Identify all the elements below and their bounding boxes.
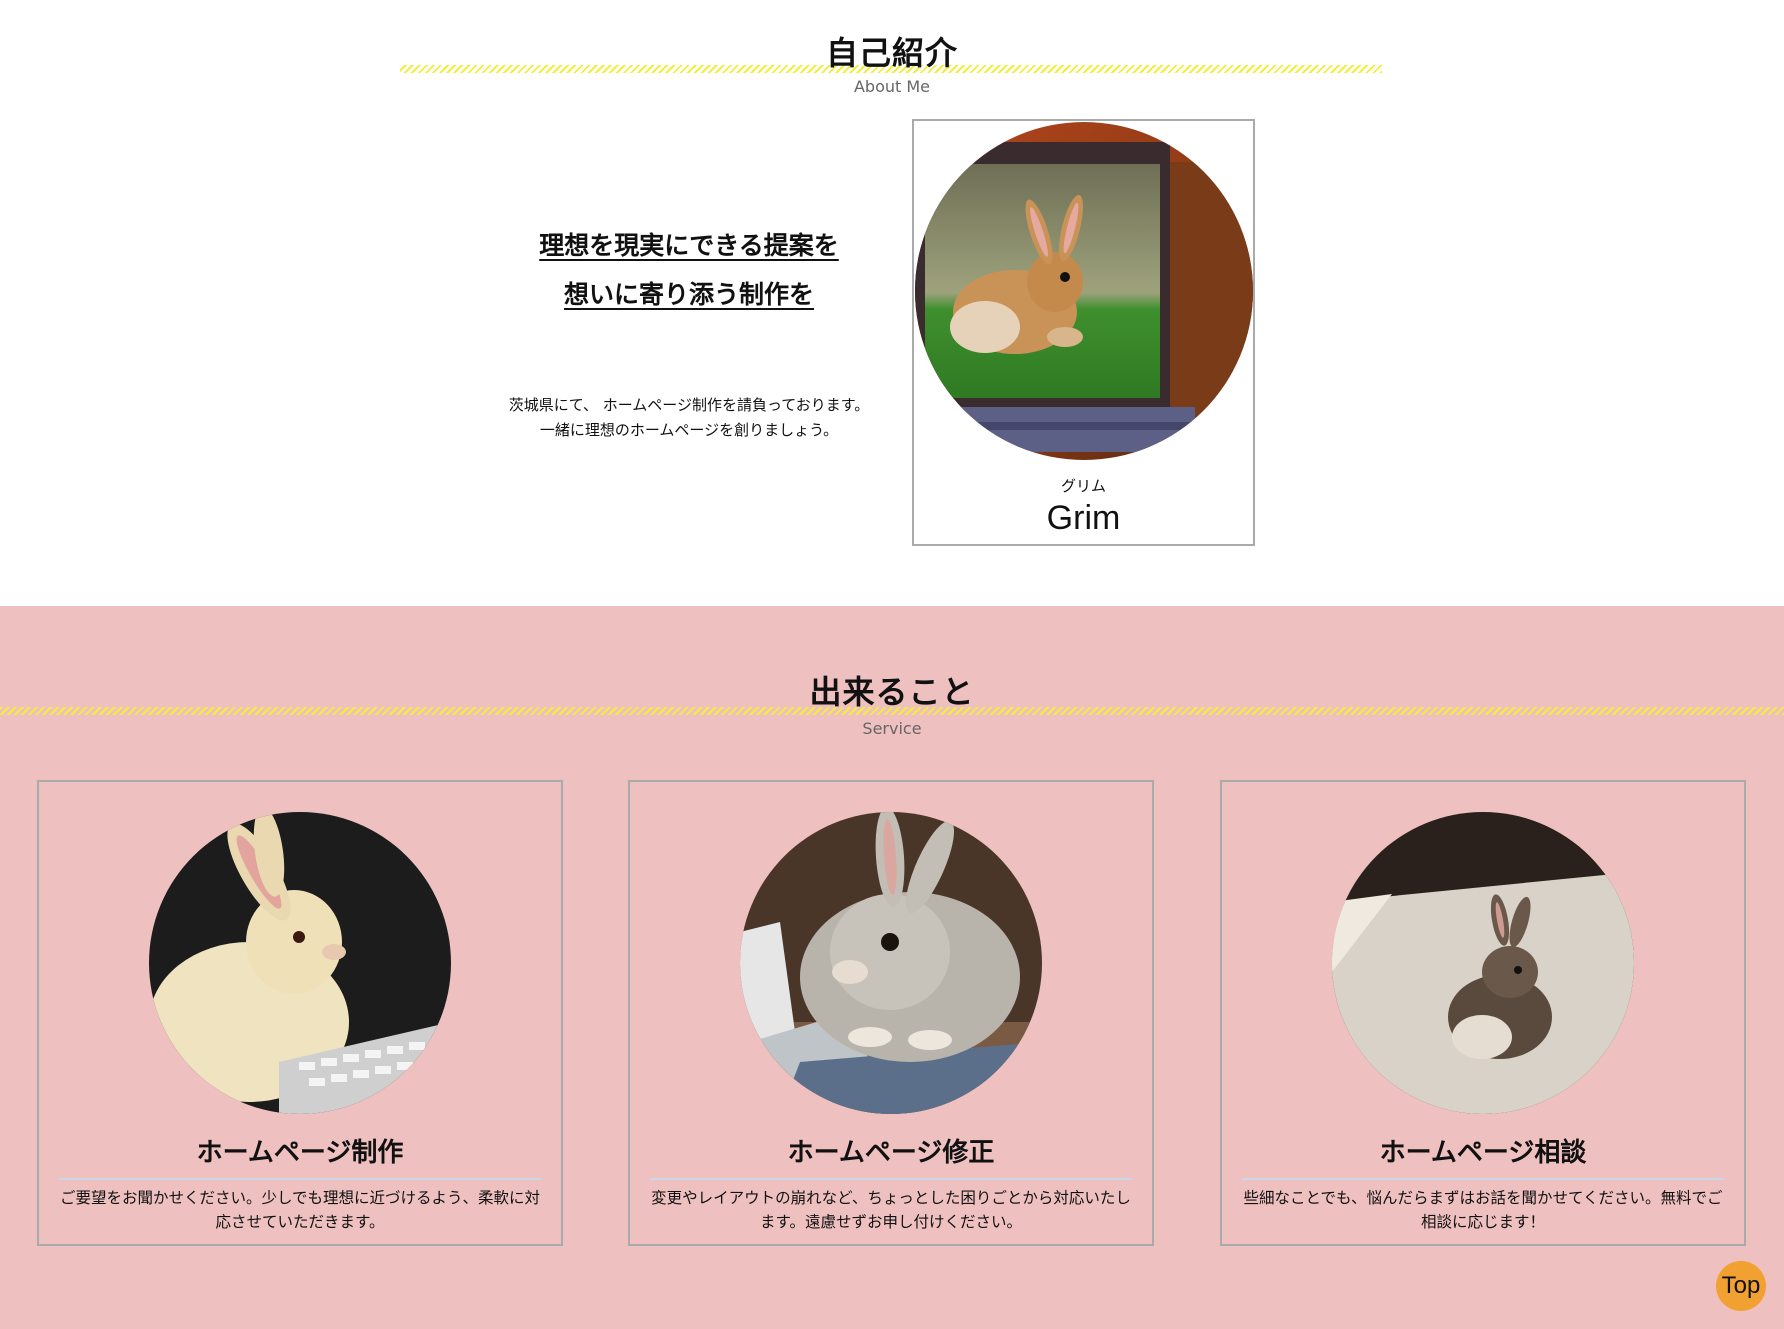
rabbit-keyboard-image (149, 812, 451, 1114)
service-heading: 出来ること (809, 673, 975, 711)
service-card-divider (1242, 1178, 1724, 1180)
about-section: 自己紹介 About Me 理想を現実にできる提案を 想いに寄り添う制作を 茨城… (0, 0, 1784, 606)
service-card: ホームページ相談 些細なことでも、悩んだらまずはお話を聞かせてください。無料でご… (1220, 780, 1746, 1246)
service-card-divider (650, 1178, 1132, 1180)
profile-photo (915, 122, 1253, 460)
service-card-title: ホームページ修正 (787, 1138, 995, 1168)
service-section: 出来ること Service ホームページ制作 ご要望をお聞かせください。少しでも… (0, 606, 1784, 1329)
profile-card: グリム Grim (912, 119, 1255, 546)
rabbit-laptop-desk-image (740, 812, 1042, 1114)
intro-text: 茨城県にて、 ホームページ制作を請負っております。 一緒に理想のホームページを創… (460, 393, 918, 443)
service-photo (740, 812, 1042, 1114)
service-card: ホームページ制作 ご要望をお聞かせください。少しでも理想に近づけるよう、柔軟に対… (37, 780, 563, 1246)
rabbit-with-laptop-image (915, 122, 1253, 460)
small-rabbit-image (1332, 812, 1634, 1114)
about-subheading: About Me (853, 77, 931, 96)
service-card-divider (59, 1178, 541, 1180)
service-subheading: Service (862, 719, 922, 738)
intro-line-1: 茨城県にて、 ホームページ制作を請負っております。 (508, 396, 870, 414)
service-card-text: ご要望をお聞かせください。少しでも理想に近づけるよう、柔軟に対応させていただきま… (59, 1189, 541, 1231)
service-card-text: 変更やレイアウトの崩れなど、ちょっとした困りごとから対応いたします。遠慮せずお申… (651, 1189, 1131, 1231)
service-card-title: ホームページ制作 (196, 1138, 404, 1168)
service-photo (149, 812, 451, 1114)
service-card-title: ホームページ相談 (1379, 1138, 1587, 1168)
catch-copy: 理想を現実にできる提案を 想いに寄り添う制作を (460, 221, 918, 319)
profile-name: Grim (1046, 499, 1121, 537)
back-to-top-button[interactable]: Top (1716, 1261, 1766, 1311)
service-card: ホームページ修正 変更やレイアウトの崩れなど、ちょっとした困りごとから対応いたし… (628, 780, 1154, 1246)
service-photo (1332, 812, 1634, 1114)
profile-name-ruby: グリム (1060, 477, 1106, 495)
service-card-text: 些細なことでも、悩んだらまずはお話を聞かせてください。無料でご相談に応じます！ (1243, 1189, 1723, 1231)
catch-line-2: 想いに寄り添う制作を (563, 280, 814, 309)
about-heading: 自己紹介 (825, 34, 958, 72)
intro-line-2: 一緒に理想のホームページを創りましょう。 (539, 421, 839, 439)
catch-line-1: 理想を現実にできる提案を (539, 231, 839, 260)
